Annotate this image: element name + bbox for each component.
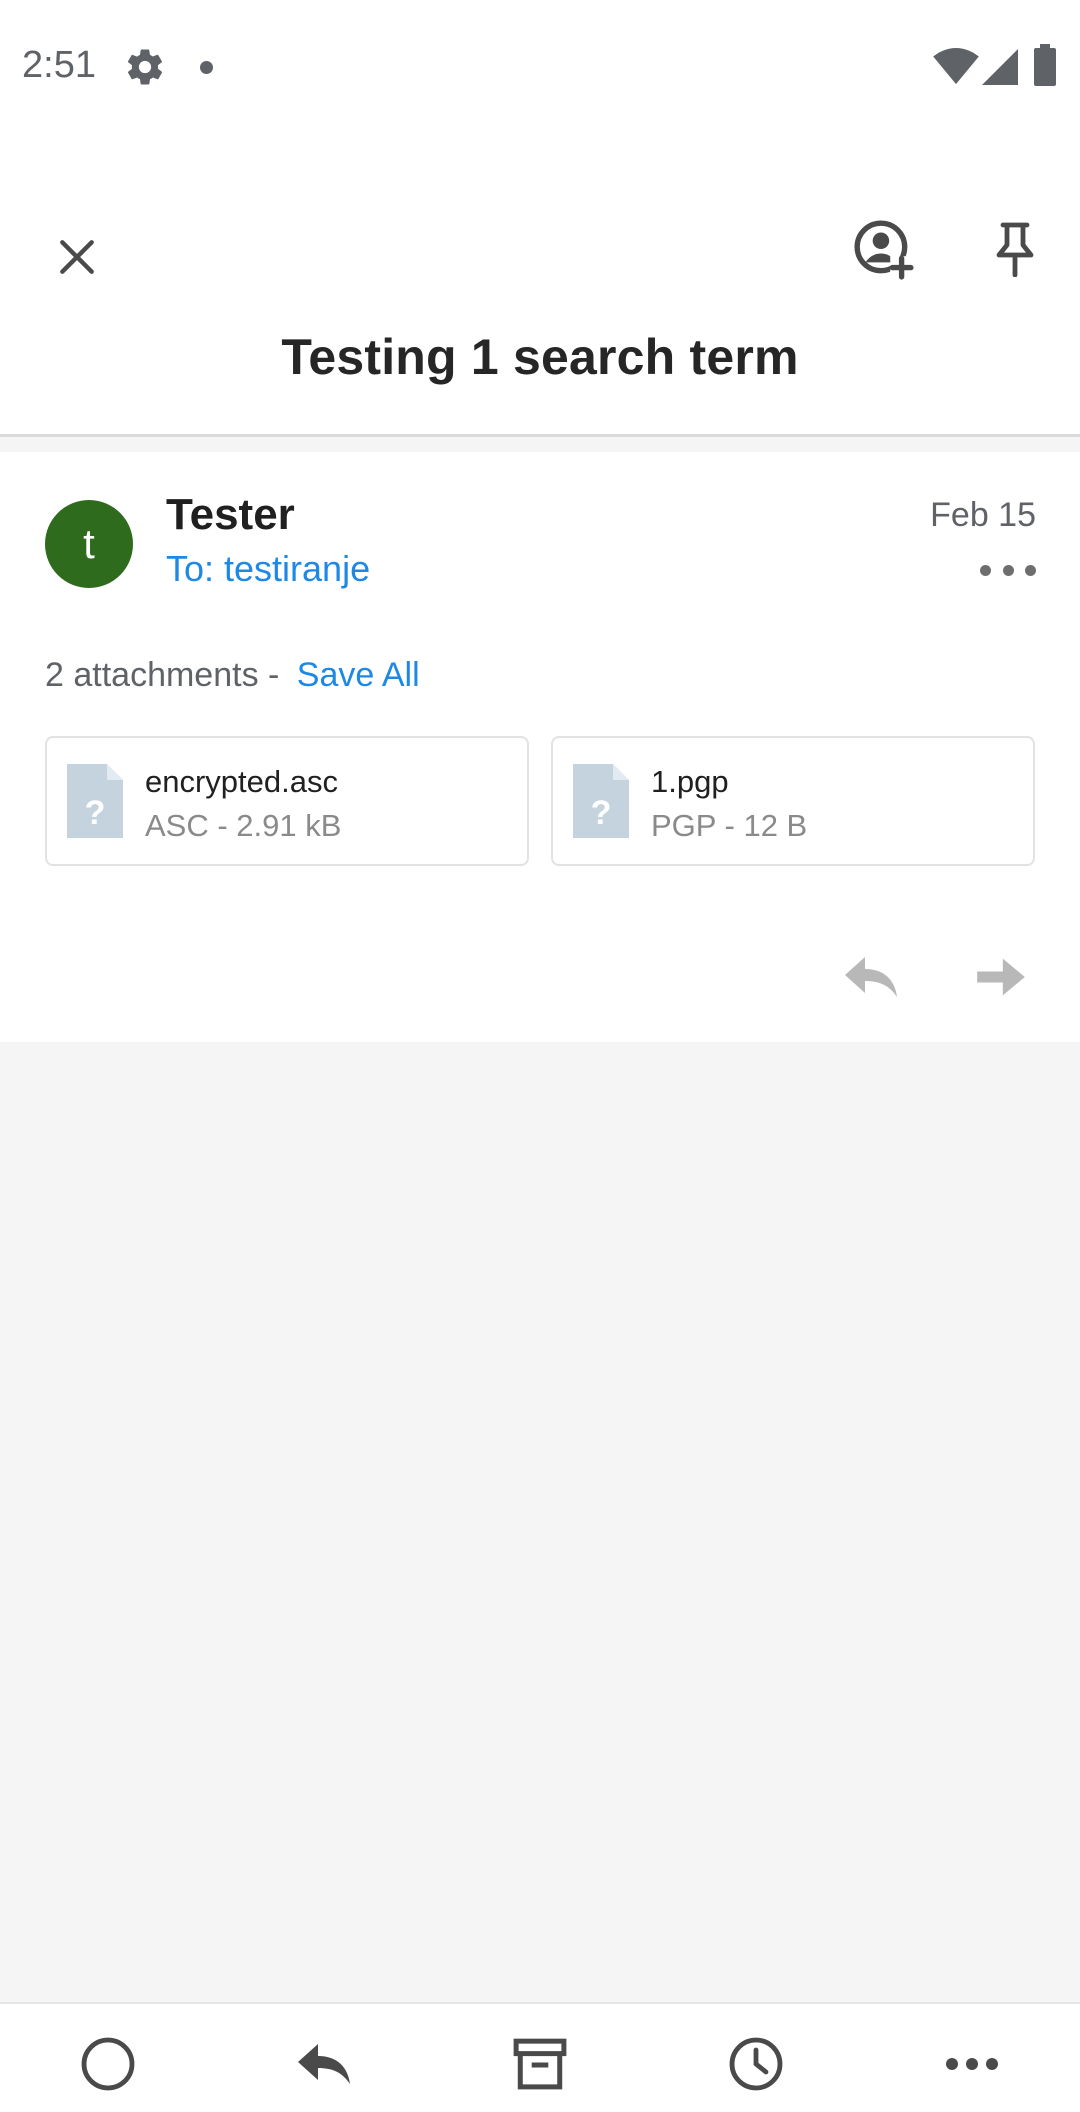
archive-button[interactable] [500,2024,580,2104]
bottom-reply-button[interactable] [284,2024,364,2104]
sender-name: Tester [166,490,295,539]
message-more-button[interactable] [980,556,1036,584]
attachment-name: encrypted.asc [145,764,338,799]
message-toolbar: Testing 1 search term [0,132,1080,436]
forward-button[interactable] [966,942,1036,1012]
svg-text:?: ? [591,794,612,832]
attachment-card[interactable]: ? 1.pgp PGP - 12 B [551,736,1035,866]
pin-button[interactable] [978,212,1052,286]
attachments-summary: 2 attachments - Save All [45,656,420,695]
toolbar-divider [0,434,1080,437]
bottom-more-button[interactable] [932,2024,1012,2104]
attachment-meta: PGP - 12 B [651,808,808,843]
mark-read-button[interactable] [68,2024,148,2104]
archive-icon [513,2038,567,2090]
notification-dot [200,61,213,74]
message-card: t Tester To: testiranje Feb 15 2 attachm… [0,452,1080,1042]
cellular-signal-icon [982,49,1018,85]
more-horizontal-icon [946,2058,998,2070]
pin-icon [996,222,1034,277]
recipient-line[interactable]: To: testiranje [166,548,370,590]
bottom-action-bar [0,2002,1080,2112]
attachment-card[interactable]: ? encrypted.asc ASC - 2.91 kB [45,736,529,866]
reply-icon [845,957,897,997]
status-time: 2:51 [22,44,96,86]
svg-text:?: ? [85,794,106,832]
email-detail-screen: 2:51 Testing 1 search term t Tester To: … [0,0,1080,2112]
snooze-button[interactable] [716,2024,796,2104]
message-date: Feb 15 [930,496,1036,534]
forward-icon [977,958,1025,996]
attachment-name: 1.pgp [651,764,729,799]
battery-icon [1034,44,1056,86]
unknown-file-icon: ? [573,764,629,838]
reply-button[interactable] [836,942,906,1012]
attachment-meta: ASC - 2.91 kB [145,808,342,843]
close-icon [60,240,94,274]
status-bar: 2:51 [0,0,1080,132]
unknown-file-icon: ? [67,764,123,838]
attachments-count: 2 attachments - [45,656,280,694]
add-contact-button[interactable] [846,212,920,286]
mark-read-icon [81,2037,135,2091]
email-subject: Testing 1 search term [281,329,799,385]
snooze-icon [729,2037,783,2091]
save-all-link[interactable]: Save All [297,656,420,694]
reply-icon [298,2044,350,2084]
more-horizontal-icon [980,564,991,576]
sender-avatar[interactable]: t [45,500,133,588]
add-contact-icon [854,220,914,280]
settings-gear-icon [127,49,163,85]
close-button[interactable] [40,220,114,294]
wifi-icon [933,48,979,85]
